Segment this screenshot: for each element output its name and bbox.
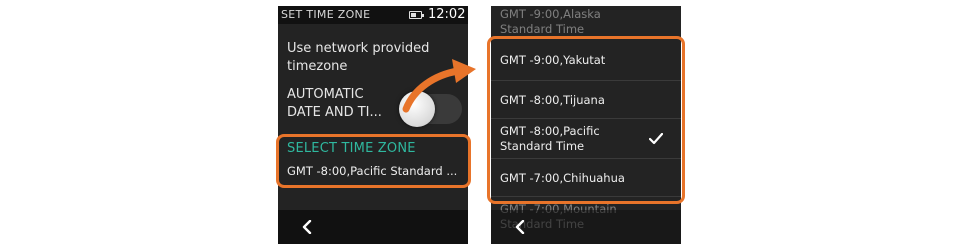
screen-title: SET TIME ZONE	[281, 8, 371, 21]
automatic-date-time-label: AUTOMATIC DATE AND TI...	[287, 87, 382, 120]
timezone-item[interactable]: GMT -9:00,Alaska Standard Time	[491, 6, 681, 38]
status-bar: SET TIME ZONE 12:02	[278, 6, 468, 24]
battery-icon	[409, 11, 424, 19]
status-time: 12:02	[428, 7, 466, 22]
nav-bar	[278, 210, 468, 244]
curved-arrow-icon	[402, 59, 476, 113]
chevron-left-icon[interactable]	[300, 220, 314, 234]
nav-bar	[491, 210, 681, 244]
chevron-left-icon[interactable]	[513, 220, 527, 234]
timezone-item-label: GMT -9:00,Alaska Standard Time	[500, 7, 601, 36]
timezone-list-highlight	[487, 36, 685, 204]
left-screen: SET TIME ZONE 12:02 Use network provided…	[278, 6, 468, 244]
select-time-zone-highlight	[276, 134, 471, 188]
